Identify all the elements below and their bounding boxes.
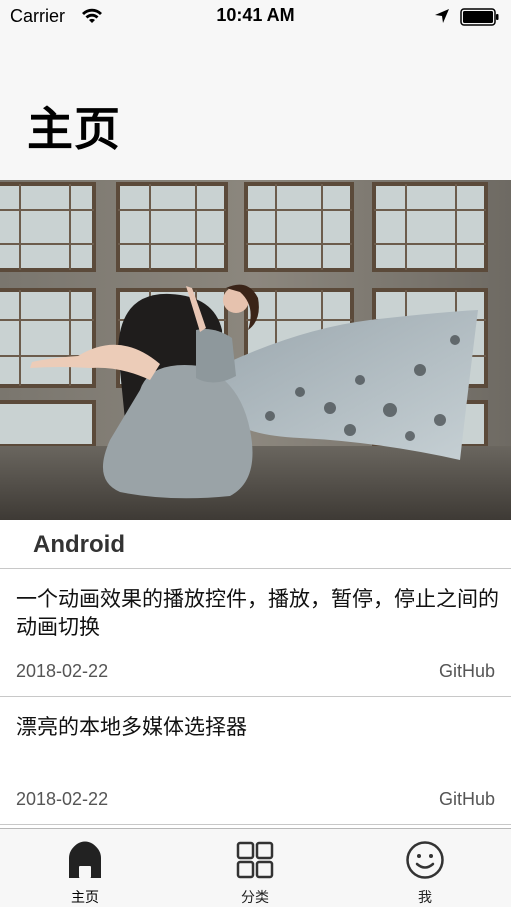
tab-label: 主页 [71,890,99,906]
navigation-header: 主页 [0,34,511,180]
item-source: GitHub [438,661,495,681]
tab-me[interactable]: 我 [340,829,510,907]
status-bar: Carrier 10:41 AM [0,0,511,34]
tab-home[interactable]: 主页 [0,829,170,907]
item-source: GitHub [438,789,495,809]
banner-image[interactable] [0,180,511,520]
smiley-icon [406,841,444,879]
item-date: 2018-02-22 [16,789,109,809]
section-header: Android [0,520,511,569]
battery-icon [460,8,499,26]
banner-photo [0,180,511,520]
list-item[interactable]: 漂亮的本地多媒体选择器 2018-02-22 GitHub [0,697,511,825]
item-title: 漂亮的本地多媒体选择器 [16,715,247,739]
grid-icon [236,841,274,879]
item-date: 2018-02-22 [16,661,109,681]
app-screen: Carrier 10:41 AM 主页 Android 一个动画效果的播放控件，… [0,0,511,907]
item-title: 一个动画效果的播放控件，播放，暂停，停止之间的动画切换 [16,587,499,639]
tab-category[interactable]: 分类 [170,829,340,907]
section-title: Android [33,531,125,558]
tab-bar: 主页 分类 我 [0,828,511,907]
list-item[interactable]: 一个动画效果的播放控件，播放，暂停，停止之间的动画切换 2018-02-22 G… [0,569,511,697]
tab-label: 分类 [241,890,269,906]
location-arrow-icon [435,9,449,23]
tab-label: 我 [418,890,432,906]
home-icon [69,841,101,878]
page-title: 主页 [27,102,121,156]
